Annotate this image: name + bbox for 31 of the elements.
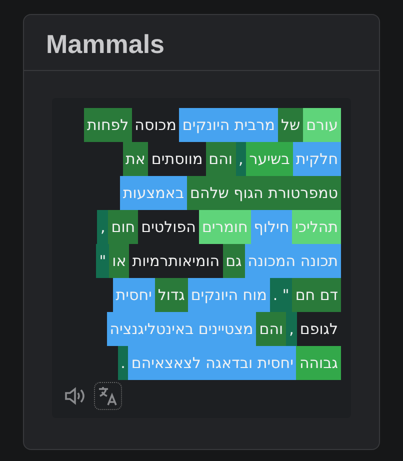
word-chunk[interactable]: , bbox=[236, 142, 246, 176]
word-chunk[interactable]: חום bbox=[108, 210, 138, 244]
word-chunk[interactable]: מצטיינים באינטליגנציה bbox=[106, 312, 256, 346]
word-chunk[interactable]: יחסית ובדאגה לצאצאיהם bbox=[128, 346, 296, 380]
word-chunk[interactable]: גם bbox=[222, 244, 245, 278]
word-chunk[interactable]: חלקית bbox=[292, 142, 341, 176]
word-chunk[interactable]: והם bbox=[206, 142, 236, 176]
word-chunk[interactable]: מכוסה bbox=[132, 108, 180, 142]
word-chunk[interactable]: גבוהה bbox=[296, 346, 341, 380]
word-chunk[interactable]: את bbox=[122, 142, 148, 176]
word-chunk[interactable]: דם חם bbox=[292, 278, 341, 312]
word-chunk[interactable]: בשיער bbox=[246, 142, 293, 176]
word-chunk[interactable]: . bbox=[118, 346, 128, 380]
word-chunk[interactable]: טמפרטורת הגוף שלהם bbox=[187, 176, 341, 210]
translate-icon[interactable] bbox=[94, 382, 122, 410]
word-chunk[interactable]: , bbox=[97, 210, 108, 244]
word-chunk[interactable]: של bbox=[278, 108, 304, 142]
word-chunk[interactable]: , bbox=[286, 312, 297, 346]
word-chunk[interactable]: מרבית היונקים bbox=[179, 108, 278, 142]
word-chunk[interactable]: גדול bbox=[154, 278, 188, 312]
word-chunk[interactable]: מוח היונקים bbox=[188, 278, 270, 312]
word-chunk[interactable]: באמצעות bbox=[120, 176, 187, 210]
word-chunk[interactable]: או bbox=[109, 244, 130, 278]
word-chunk[interactable]: תכונה המכונה bbox=[244, 244, 341, 278]
card-title: Mammals bbox=[24, 15, 379, 71]
word-chunk[interactable]: " . bbox=[270, 278, 292, 312]
word-chunk[interactable]: לפחות bbox=[84, 108, 132, 142]
word-chunk[interactable]: והם bbox=[256, 312, 286, 346]
word-chunk[interactable]: יחסית bbox=[112, 278, 155, 312]
word-chunk[interactable]: חילוף bbox=[250, 210, 292, 244]
word-chunk[interactable]: " bbox=[96, 244, 110, 278]
